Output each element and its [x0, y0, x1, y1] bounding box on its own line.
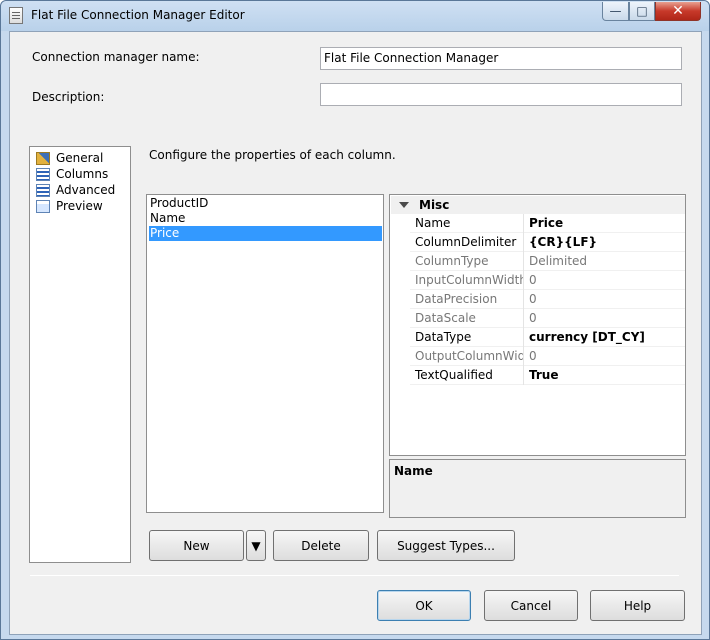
description-label: Description:	[32, 90, 105, 104]
property-value: 0	[529, 348, 537, 363]
maximize-button[interactable]: □	[629, 2, 655, 21]
property-row-output-column-width: OutputColumnWidtl 0	[410, 346, 685, 366]
property-grid: Misc Name Price ColumnDelimiter {CR}{LF}…	[389, 194, 686, 456]
sidebar-item-general[interactable]: General	[36, 150, 103, 166]
property-value: 0	[529, 310, 537, 325]
footer-divider	[30, 575, 679, 576]
sidebar-item-label: Columns	[56, 167, 109, 181]
dialog-icon	[9, 7, 23, 24]
property-description-panel: Name	[389, 459, 686, 518]
property-name: TextQualified	[410, 365, 524, 385]
property-value: 0	[529, 272, 537, 287]
delete-button[interactable]: Delete	[273, 530, 369, 561]
dialog-window: Flat File Connection Manager Editor — □ …	[0, 0, 710, 640]
title-bar: Flat File Connection Manager Editor — □ …	[1, 1, 709, 31]
property-row-column-delimiter[interactable]: ColumnDelimiter {CR}{LF}	[410, 232, 685, 252]
sidebar-item-advanced[interactable]: Advanced	[36, 182, 115, 198]
property-name: Name	[410, 213, 524, 233]
property-category-misc[interactable]: Misc	[391, 196, 685, 214]
column-list: ProductID Name Price	[146, 194, 384, 513]
list-item[interactable]: Price	[149, 226, 382, 241]
preview-icon	[36, 199, 50, 213]
sidebar-item-columns[interactable]: Columns	[36, 166, 108, 182]
columns-icon	[36, 167, 50, 181]
suggest-types-button[interactable]: Suggest Types...	[377, 530, 515, 561]
collapse-triangle-icon[interactable]	[399, 202, 409, 208]
property-row-text-qualified[interactable]: TextQualified True	[410, 365, 685, 385]
advanced-icon	[36, 183, 50, 197]
sidebar-item-label: Preview	[56, 199, 103, 213]
property-name: DataType	[410, 327, 524, 347]
sidebar-item-label: Advanced	[56, 183, 116, 197]
property-value: Delimited	[529, 253, 588, 268]
property-row-data-scale: DataScale 0	[410, 308, 685, 328]
property-name: ColumnDelimiter	[410, 232, 524, 252]
property-row-data-precision: DataPrecision 0	[410, 289, 685, 309]
property-row-data-type[interactable]: DataType currency [DT_CY]	[410, 327, 685, 347]
connection-manager-name-label: Connection manager name:	[32, 50, 200, 64]
property-name: DataScale	[410, 308, 524, 328]
property-row-column-type: ColumnType Delimited	[410, 251, 685, 271]
new-button[interactable]: New	[149, 530, 244, 561]
window-title: Flat File Connection Manager Editor	[31, 8, 245, 22]
close-window-button[interactable]: ✕	[655, 2, 701, 21]
description-field[interactable]	[320, 83, 682, 106]
sidebar-item-preview[interactable]: Preview	[36, 198, 103, 214]
property-category-label: Misc	[419, 198, 450, 212]
property-row-name[interactable]: Name Price	[410, 213, 685, 233]
dialog-content: Connection manager name: Flat File Conne…	[9, 31, 702, 635]
list-item[interactable]: Name	[149, 211, 382, 226]
property-value[interactable]: {CR}{LF}	[524, 233, 597, 252]
list-item[interactable]: ProductID	[149, 196, 382, 211]
instruction-text: Configure the properties of each column.	[149, 148, 396, 162]
minimize-button[interactable]: —	[602, 2, 629, 21]
property-description-title: Name	[394, 464, 433, 478]
property-value[interactable]: Price	[524, 214, 563, 233]
property-row-input-column-width: InputColumnWidth 0	[410, 270, 685, 290]
help-button[interactable]: Help	[590, 590, 685, 621]
connection-manager-name-field[interactable]: Flat File Connection Manager	[320, 47, 682, 70]
ok-button[interactable]: OK	[377, 590, 471, 621]
new-dropdown-button[interactable]: ▼	[246, 530, 266, 561]
property-name: ColumnType	[410, 251, 524, 271]
property-value[interactable]: True	[524, 366, 558, 385]
cancel-button[interactable]: Cancel	[484, 590, 578, 621]
navigation-list: General Columns Advanced Preview	[29, 146, 131, 563]
property-value: 0	[529, 291, 537, 306]
sidebar-item-label: General	[56, 151, 104, 165]
property-name: OutputColumnWidtl	[410, 346, 524, 366]
property-name: DataPrecision	[410, 289, 524, 309]
property-value[interactable]: currency [DT_CY]	[524, 328, 645, 347]
property-name: InputColumnWidth	[410, 270, 524, 290]
general-icon	[36, 151, 50, 165]
